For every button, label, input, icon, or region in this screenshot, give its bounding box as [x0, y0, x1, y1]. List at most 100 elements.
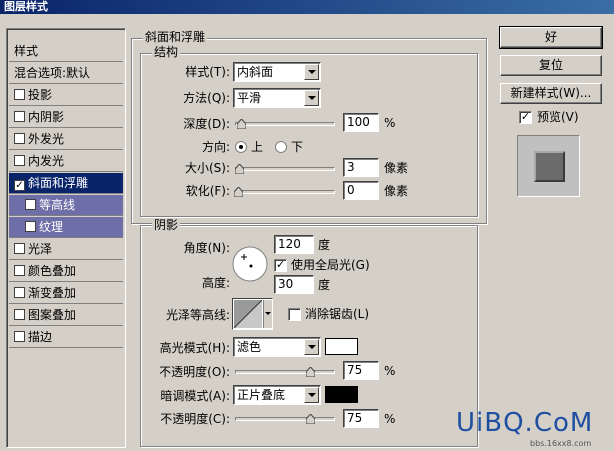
bevel-style-select[interactable]: 内斜面 — [233, 62, 321, 82]
angle-dial-icon[interactable] — [231, 245, 269, 283]
global-light-label: 使用全局光(G) — [291, 258, 370, 272]
depth-slider[interactable] — [235, 118, 335, 130]
slider-track — [235, 167, 335, 171]
slider-thumb[interactable] — [306, 414, 315, 424]
style-item-label: 纹理 — [39, 220, 64, 234]
style-item-contour[interactable]: 等高线 — [9, 195, 123, 216]
direction-up-radio[interactable] — [235, 141, 247, 153]
technique-select[interactable]: 平滑 — [233, 88, 321, 108]
style-item-outer-glow[interactable]: 外发光 — [9, 129, 123, 150]
altitude-label: 高度: — [201, 276, 230, 290]
style-list-header[interactable]: 样式 — [9, 41, 123, 62]
chevron-down-icon[interactable] — [304, 387, 319, 403]
new-style-button[interactable]: 新建样式(W)... — [500, 83, 602, 104]
ok-button[interactable]: 好 — [499, 26, 603, 49]
gloss-contour-label: 光泽等高线: — [165, 308, 230, 322]
checkbox[interactable] — [14, 155, 25, 166]
highlight-opacity-slider[interactable] — [235, 366, 335, 378]
style-item-label: 内阴影 — [28, 110, 65, 124]
slider-thumb[interactable] — [237, 119, 246, 129]
style-item-label: 光泽 — [28, 242, 53, 256]
watermark-logo: UiBQ.CoM — [456, 408, 594, 438]
bevel-emboss-title: 斜面和浮雕 — [143, 30, 208, 44]
highlight-mode-select[interactable]: 滤色 — [233, 337, 321, 357]
style-item-label: 外发光 — [28, 132, 65, 146]
contour-dropdown-button[interactable] — [263, 300, 272, 328]
direction-label: 方向: — [201, 140, 230, 154]
preview-checkbox[interactable]: ✓ — [519, 111, 532, 124]
shadow-mode-select[interactable]: 正片叠底 — [233, 385, 321, 405]
depth-label: 深度(D): — [183, 117, 230, 131]
depth-input[interactable]: 100 — [343, 113, 379, 132]
checkbox[interactable] — [14, 243, 25, 254]
soften-slider[interactable] — [234, 186, 335, 198]
style-item-gradient-overlay[interactable]: 渐变叠加 — [9, 283, 123, 304]
style-item-inner-shadow[interactable]: 内阴影 — [9, 107, 123, 128]
angle-label: 角度(N): — [183, 241, 230, 255]
style-item-pattern-overlay[interactable]: 图案叠加 — [9, 305, 123, 326]
style-item-bevel-emboss[interactable]: ✓ 斜面和浮雕 — [9, 173, 123, 194]
style-item-label: 斜面和浮雕 — [28, 176, 89, 190]
checkbox[interactable] — [14, 265, 25, 276]
checkbox[interactable] — [14, 89, 25, 100]
checkmark-icon: ✓ — [520, 110, 531, 123]
size-input[interactable]: 3 — [343, 158, 379, 177]
angle-unit: 度 — [318, 238, 331, 252]
checkmark-icon: ✓ — [275, 258, 286, 271]
reset-button[interactable]: 复位 — [500, 55, 602, 76]
size-label: 大小(S): — [184, 161, 230, 175]
highlight-opacity-input[interactable]: 75 — [343, 361, 379, 380]
antialias-checkbox[interactable] — [288, 308, 301, 321]
checkbox[interactable] — [14, 133, 25, 144]
slider-thumb[interactable] — [235, 164, 244, 174]
watermark-subtext: bbs.16xx8.com — [530, 439, 592, 448]
style-item-texture[interactable]: 纹理 — [9, 217, 123, 238]
shading-title: 阴影 — [152, 218, 181, 232]
angle-dial[interactable] — [231, 245, 269, 283]
style-item-color-overlay[interactable]: 颜色叠加 — [9, 261, 123, 282]
style-label: 样式(T): — [185, 65, 230, 79]
shadow-opacity-slider[interactable] — [235, 413, 335, 425]
style-item-satin[interactable]: 光泽 — [9, 239, 123, 260]
chevron-down-icon[interactable] — [304, 90, 319, 106]
chevron-down-icon[interactable] — [304, 64, 319, 80]
checkbox[interactable] — [14, 287, 25, 298]
style-item-label: 描边 — [28, 330, 53, 344]
checkbox-checked[interactable]: ✓ — [14, 180, 25, 191]
direction-down-radio[interactable] — [275, 141, 287, 153]
soften-input[interactable]: 0 — [343, 181, 379, 200]
checkbox[interactable] — [14, 309, 25, 320]
shadow-color-swatch[interactable] — [325, 386, 358, 403]
angle-input[interactable]: 120 — [274, 235, 314, 254]
size-slider[interactable] — [235, 163, 335, 175]
style-list: 样式 混合选项:默认 投影 内阴影 外发光 内发光 ✓ 斜面和浮雕 等高线 纹理 … — [6, 28, 126, 448]
antialias-label: 消除锯齿(L) — [305, 307, 370, 321]
slider-thumb[interactable] — [306, 367, 315, 377]
size-unit: 像素 — [384, 161, 409, 175]
checkbox[interactable] — [25, 199, 36, 210]
shadow-opacity-label: 不透明度(C): — [160, 412, 230, 426]
altitude-unit: 度 — [318, 278, 331, 292]
shadow-opacity-input[interactable]: 75 — [343, 409, 379, 428]
highlight-mode-value: 滤色 — [237, 340, 262, 354]
soften-label: 软化(F): — [185, 184, 230, 198]
checkbox[interactable] — [14, 111, 25, 122]
direction-down-label: 下 — [291, 140, 304, 154]
direction-up-label: 上 — [251, 140, 264, 154]
style-item-drop-shadow[interactable]: 投影 — [9, 85, 123, 106]
style-item-inner-glow[interactable]: 内发光 — [9, 151, 123, 172]
gloss-contour-picker[interactable] — [232, 298, 273, 330]
style-item-label: 图案叠加 — [28, 308, 77, 322]
altitude-input[interactable]: 30 — [274, 275, 314, 294]
shadow-mode-label: 暗调模式(A): — [160, 389, 230, 403]
blending-options-item[interactable]: 混合选项:默认 — [9, 63, 123, 84]
chevron-down-icon — [265, 312, 271, 315]
slider-thumb[interactable] — [234, 187, 243, 197]
style-item-stroke[interactable]: 描边 — [9, 327, 123, 348]
slider-track — [235, 417, 335, 421]
highlight-color-swatch[interactable] — [325, 338, 358, 355]
checkbox[interactable] — [14, 331, 25, 342]
chevron-down-icon[interactable] — [304, 339, 319, 355]
checkbox[interactable] — [25, 221, 36, 232]
global-light-checkbox[interactable]: ✓ — [274, 259, 287, 272]
